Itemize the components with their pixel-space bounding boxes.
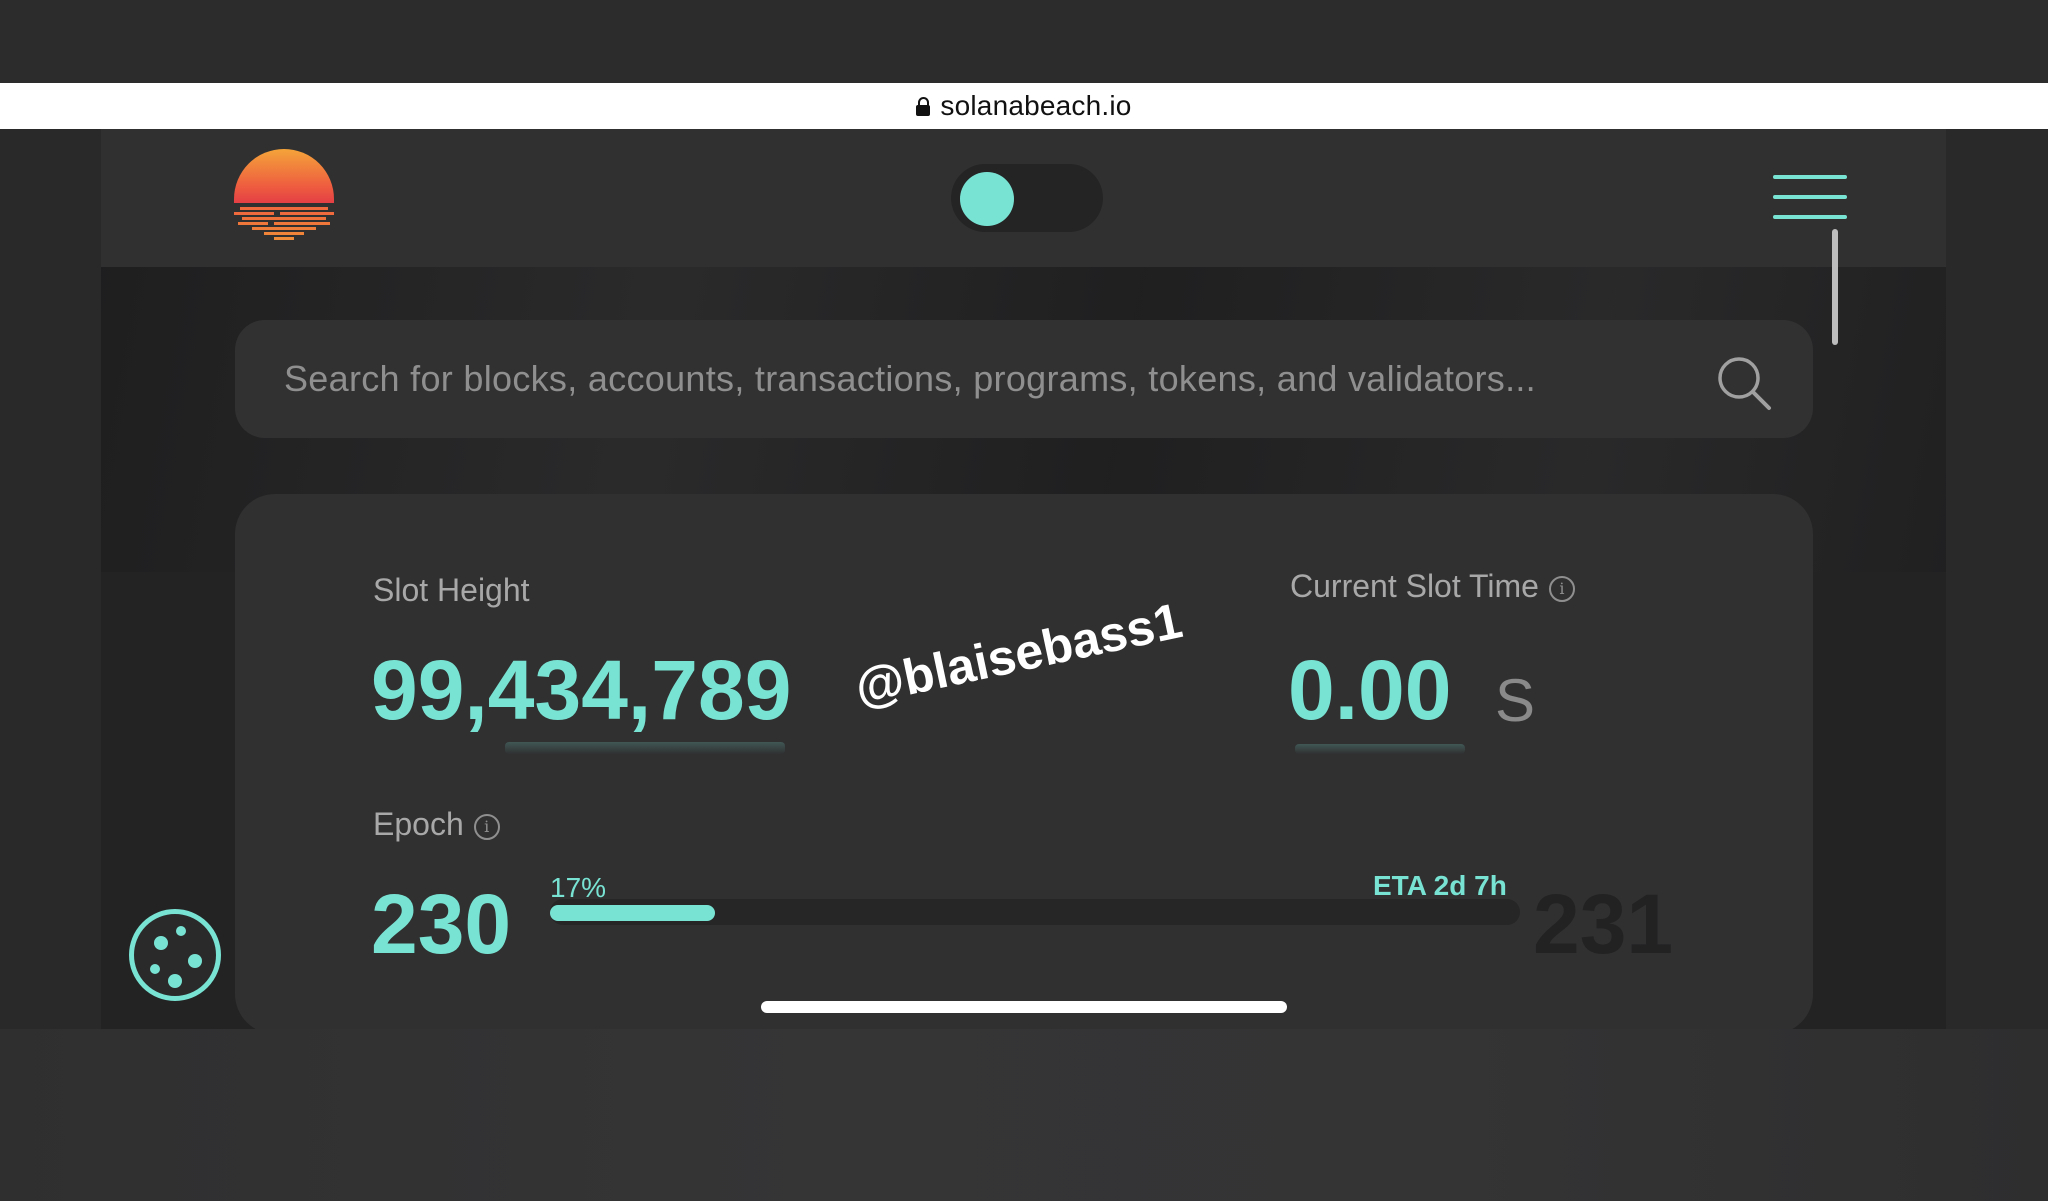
epoch-label: Epoch i [373,806,500,843]
browser-bottom-area [0,1029,2048,1201]
slot-height-label: Slot Height [373,572,530,608]
info-icon[interactable]: i [1548,575,1575,602]
current-slot-time-text: Current Slot Time [1290,568,1539,604]
network-stats-card: Slot Height 99,434,789 Current Slot Time… [235,494,1813,1034]
epoch-progress-bar [550,899,1520,925]
slot-time-next [1295,744,1465,754]
slot-height-next [505,742,785,754]
page-viewport: Search for blocks, accounts, transaction… [0,129,2048,1034]
epoch-current: 230 [371,877,512,971]
epoch-label-text: Epoch [373,806,464,842]
slot-height-value: 99,434,789 [371,643,792,737]
theme-toggle[interactable] [951,164,1103,232]
epoch-next: 231 [1533,877,1674,971]
toggle-knob [960,172,1014,226]
epoch-eta: ETA 2d 7h [1373,870,1507,901]
search-input[interactable]: Search for blocks, accounts, transaction… [284,358,1536,400]
search-icon[interactable] [1715,354,1773,412]
current-slot-time-value: 0.00 [1288,643,1452,737]
lock-icon [916,96,931,116]
url-text[interactable]: solanabeach.io [940,90,1131,122]
current-slot-time-unit: S [1495,667,1536,734]
browser-address-bar[interactable]: solanabeach.io [0,83,2048,129]
status-bar [0,0,2048,83]
info-icon[interactable]: i [473,813,500,840]
epoch-progress-fill [550,905,715,921]
search-bar[interactable]: Search for blocks, accounts, transaction… [235,320,1813,438]
slot-height-previous [373,616,396,630]
home-indicator[interactable] [761,1001,1287,1013]
top-navigation [101,129,1946,345]
sunset-logo-icon[interactable] [234,149,334,249]
scrollbar[interactable] [1832,229,1838,345]
hamburger-menu-icon[interactable] [1773,175,1849,221]
cookie-icon[interactable] [129,909,221,1001]
current-slot-time-label: Current Slot Time i [1290,568,1575,605]
